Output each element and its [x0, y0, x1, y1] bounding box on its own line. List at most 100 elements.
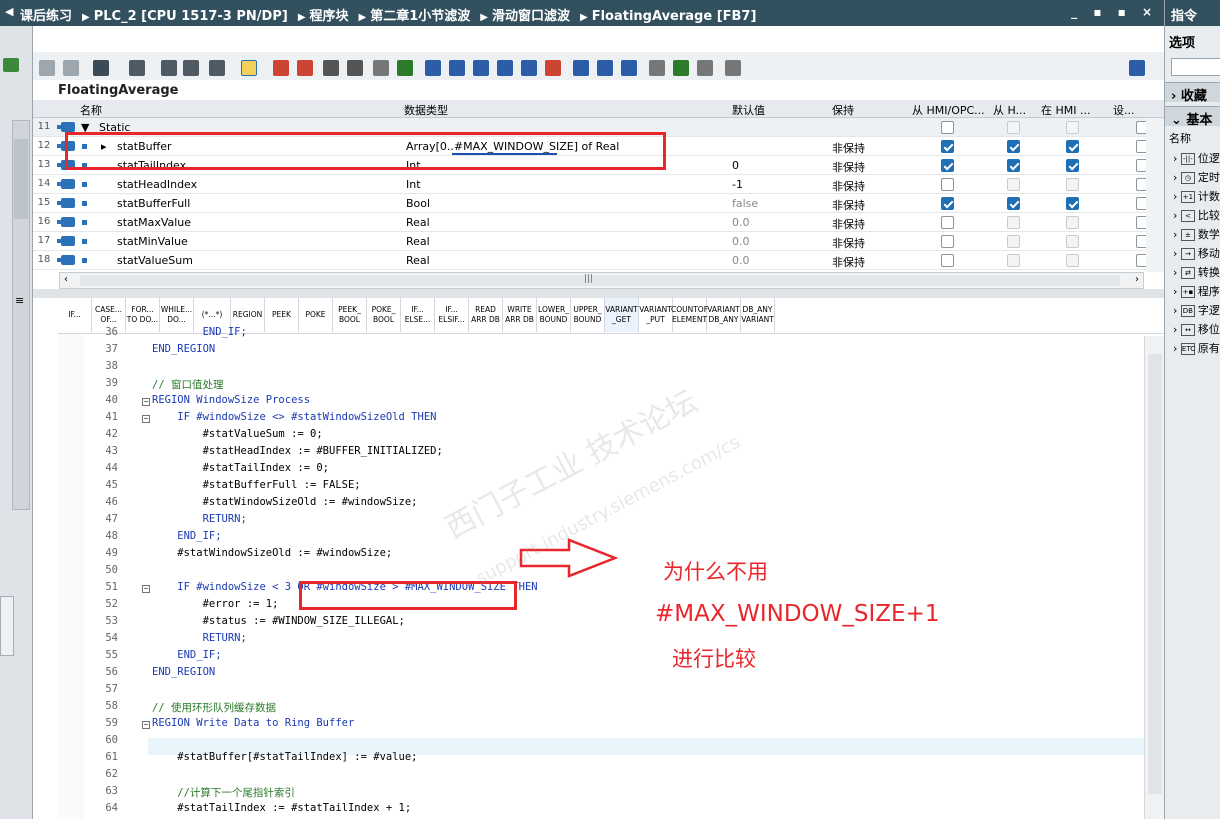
col-setpoint[interactable]: 设...	[1113, 102, 1143, 118]
instruction-category[interactable]: › +▪ 程序	[1173, 283, 1220, 299]
breakpoint-gutter[interactable]	[58, 334, 84, 819]
breadcrumb-item[interactable]: 第二章1小节滤波	[370, 9, 470, 24]
code-line[interactable]: IF #windowSize <> #statWindowSizeOld THE…	[152, 411, 436, 423]
code-line[interactable]: RETURN;	[152, 513, 247, 525]
instruction-category[interactable]: › DB 字逻	[1173, 302, 1220, 318]
snapshot-icon[interactable]	[697, 60, 713, 76]
set-bookmark-icon[interactable]	[573, 60, 589, 76]
code-line[interactable]: END_IF;	[152, 326, 247, 338]
code-vertical-scrollbar[interactable]	[1144, 336, 1164, 819]
download-icon[interactable]	[209, 60, 225, 76]
hmi-checkbox[interactable]	[941, 254, 954, 267]
code-line[interactable]: END_IF;	[152, 649, 221, 661]
var-datatype[interactable]: Real	[406, 235, 430, 248]
code-line[interactable]: #statBufferFull := FALSE;	[152, 479, 361, 491]
hmi-checkbox[interactable]	[1007, 254, 1020, 267]
snippet-button[interactable]: LOWER_ BOUND	[537, 298, 571, 332]
monitor-on-icon[interactable]	[673, 60, 689, 76]
snippet-button[interactable]: PEEK	[265, 298, 299, 332]
instruction-category[interactable]: › ± 数学	[1173, 226, 1220, 242]
basic-instructions-section[interactable]: ⌄ 基本	[1165, 106, 1220, 126]
snippet-button[interactable]: VARIANT _PUT	[639, 298, 673, 332]
bookmark-icon[interactable]	[545, 60, 561, 76]
breadcrumb-item[interactable]: FloatingAverage [FB7]	[592, 9, 757, 24]
hmi-checkbox[interactable]	[941, 197, 954, 210]
code-line[interactable]: END_REGION	[152, 666, 215, 678]
col-hmi-opc[interactable]: 从 HMI/OPC...	[912, 102, 987, 118]
code-line[interactable]: END_IF;	[152, 530, 221, 542]
next-bookmark-icon[interactable]	[621, 60, 637, 76]
hmi-checkbox[interactable]	[1066, 140, 1079, 153]
col-hmi-visible[interactable]: 在 HMI ...	[1041, 102, 1107, 118]
code-line[interactable]: //计算下一个尾指针索引	[152, 785, 295, 800]
var-default[interactable]: -1	[732, 178, 743, 191]
snippet-button[interactable]: POKE_ BOOL	[367, 298, 401, 332]
code-line[interactable]: REGION WindowSize Process	[152, 394, 310, 406]
code-line[interactable]: // 使用环形队列缓存数据	[152, 700, 276, 715]
var-name[interactable]: statHeadIndex	[117, 178, 197, 191]
left-scrollbar[interactable]	[12, 120, 30, 510]
scroll-grip-icon[interactable]: |||	[584, 274, 593, 284]
view-toggle-icon[interactable]	[1129, 60, 1145, 76]
hmi-checkbox[interactable]	[1066, 121, 1079, 134]
breadcrumb-item[interactable]: PLC_2 [CPU 1517-3 PN/DP]	[94, 9, 288, 24]
scroll-left-icon[interactable]: ‹	[64, 274, 68, 285]
lock-icon[interactable]	[725, 60, 741, 76]
next-error-icon[interactable]	[297, 60, 313, 76]
uncomment-icon[interactable]	[521, 60, 537, 76]
indent-icon[interactable]	[93, 60, 109, 76]
var-name[interactable]: statMinValue	[117, 235, 188, 248]
var-name[interactable]: statValueSum	[117, 254, 193, 267]
snippet-button[interactable]: IF... ELSE...	[401, 298, 435, 332]
var-default[interactable]: 0.0	[732, 254, 750, 267]
pane-splitter[interactable]	[33, 289, 1164, 298]
var-retain[interactable]: 非保持	[832, 235, 865, 251]
instruction-category[interactable]: › ↔ 移位	[1173, 321, 1220, 337]
check-icon[interactable]	[397, 60, 413, 76]
window-controls[interactable]: _ ▪ ▪ ×	[1071, 5, 1158, 19]
fold-toggle-icon[interactable]: −	[142, 585, 150, 593]
snippet-button[interactable]: COUNTOF ELEMENT	[671, 298, 708, 332]
col-name[interactable]: 名称	[80, 102, 102, 118]
instruction-category[interactable]: › ⇄ 转换	[1173, 264, 1220, 280]
instruction-category[interactable]: › → 移动	[1173, 245, 1220, 261]
table-row[interactable]: 17 statMinValue Real 0.0 非保持	[33, 232, 1164, 251]
align-icon[interactable]	[373, 60, 389, 76]
indent-right-icon[interactable]	[449, 60, 465, 76]
fold-toggle-icon[interactable]: −	[142, 721, 150, 729]
var-datatype[interactable]: Int	[406, 178, 421, 191]
hmi-checkbox[interactable]	[1007, 140, 1020, 153]
glasses-icon[interactable]	[649, 60, 665, 76]
comment-icon[interactable]	[497, 60, 513, 76]
var-retain[interactable]: 非保持	[832, 178, 865, 194]
hmi-checkbox[interactable]	[1066, 235, 1079, 248]
snippet-button[interactable]: IF... ELSIF...	[435, 298, 469, 332]
snippet-button[interactable]: VARIANT _GET	[605, 298, 639, 332]
hmi-checkbox[interactable]	[1007, 178, 1020, 191]
snippet-button[interactable]: UPPER_ BOUND	[571, 298, 605, 332]
snippet-button[interactable]: POKE	[299, 298, 333, 332]
hmi-checkbox[interactable]	[1066, 178, 1079, 191]
refresh-icon[interactable]	[347, 60, 363, 76]
table-row[interactable]: 15 statBufferFull Bool false 非保持	[33, 194, 1164, 213]
var-datatype[interactable]: Real	[406, 254, 430, 267]
table-row[interactable]: 18 statValueSum Real 0.0 非保持	[33, 251, 1164, 270]
hmi-checkbox[interactable]	[1007, 159, 1020, 172]
table-vertical-scrollbar[interactable]	[1146, 118, 1164, 272]
code-line[interactable]: #statWindowSizeOld := #windowSize;	[152, 547, 392, 559]
scroll-right-icon[interactable]: ›	[1135, 274, 1139, 285]
var-name[interactable]: statBufferFull	[117, 197, 190, 210]
breadcrumb-item[interactable]: 程序块	[310, 9, 349, 24]
code-line[interactable]: #statWindowSizeOld := #windowSize;	[152, 496, 418, 508]
hmi-checkbox[interactable]	[1007, 216, 1020, 229]
var-retain[interactable]: 非保持	[832, 159, 865, 175]
hmi-checkbox[interactable]	[941, 140, 954, 153]
var-default[interactable]: false	[732, 197, 758, 210]
code-line[interactable]: #statTailIndex := #statTailIndex + 1;	[152, 802, 411, 814]
code-line[interactable]: #statHeadIndex := #BUFFER_INITIALIZED;	[152, 445, 443, 457]
hmi-checkbox[interactable]	[1007, 121, 1020, 134]
favorites-section[interactable]: › 收藏	[1165, 82, 1220, 102]
var-retain[interactable]: 非保持	[832, 216, 865, 232]
instruction-category[interactable]: › ◷ 定时	[1173, 169, 1220, 185]
prev-bookmark-icon[interactable]	[597, 60, 613, 76]
